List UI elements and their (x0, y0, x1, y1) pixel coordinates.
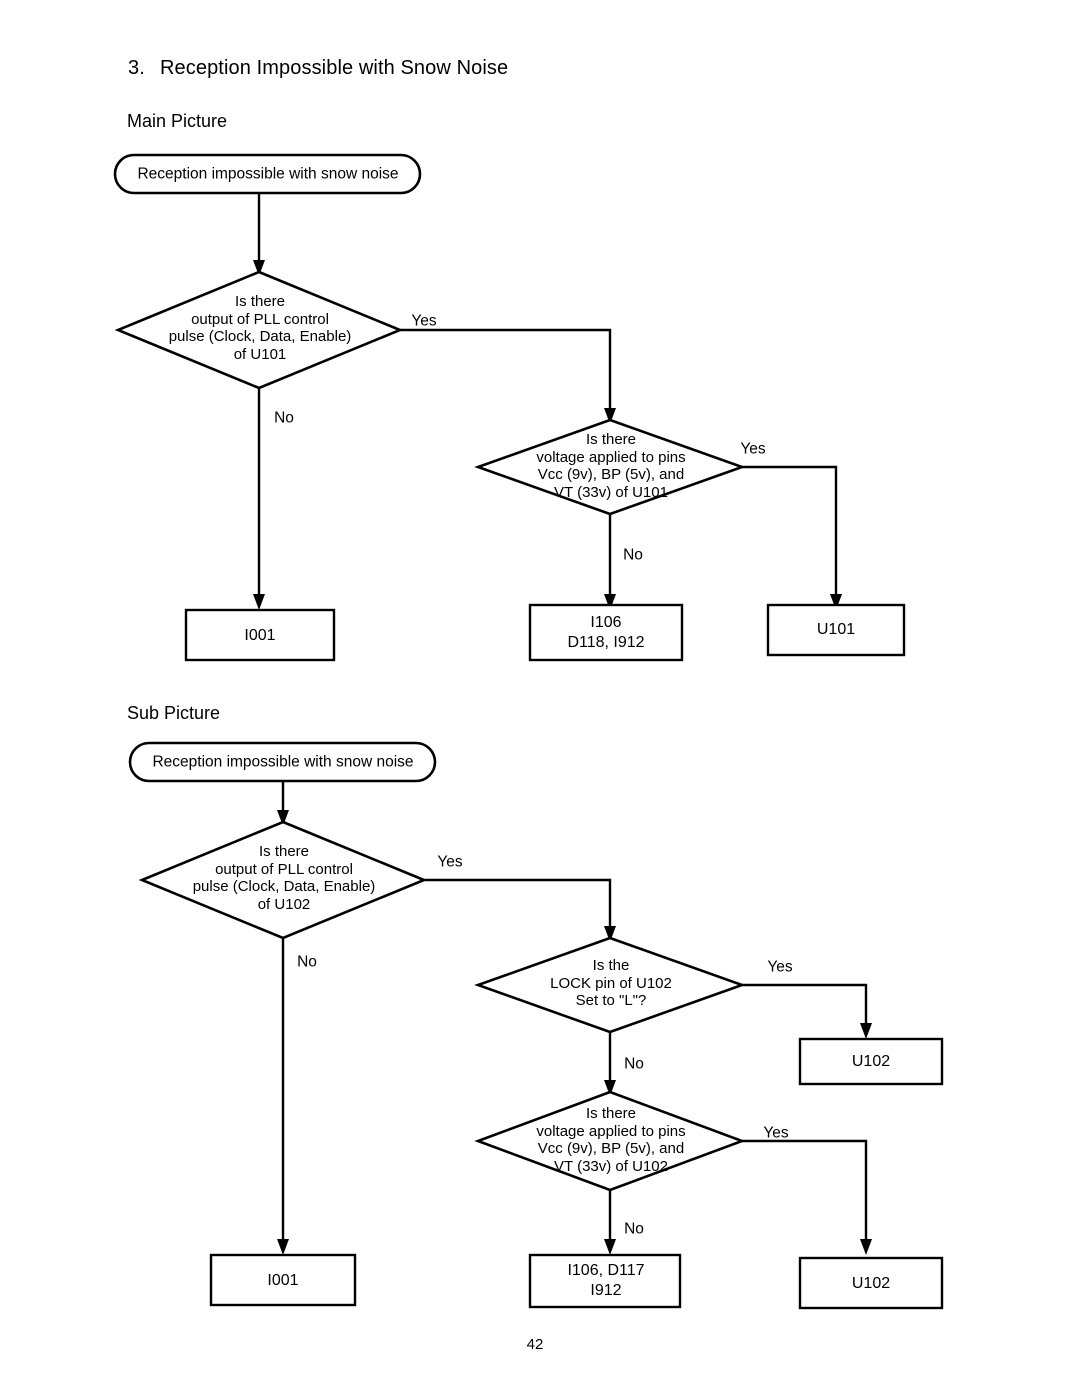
arrowhead (604, 1239, 616, 1255)
arrowhead (253, 594, 265, 610)
sub-result-i106-shape (528, 1253, 682, 1309)
main-decision-voltage-shape (474, 418, 746, 516)
arrowhead (860, 1023, 872, 1039)
arrowhead (277, 1239, 289, 1255)
sub-decision-voltage-shape (474, 1090, 746, 1192)
main-result-i001-shape (184, 608, 336, 662)
sub-result-u102-voltage-shape (798, 1256, 944, 1310)
main-connector-voltage-yes (742, 465, 838, 600)
sub-start-shape (128, 741, 437, 783)
flowchart-graphics (113, 153, 944, 1310)
main-decision-pll-shape (114, 270, 404, 390)
sub-result-u102-lock-shape (798, 1037, 944, 1086)
document-page: 3. Reception Impossible with Snow Noise M… (0, 0, 1080, 1393)
sub-connector-lock-yes (742, 983, 868, 1029)
main-connector-pll-yes (400, 328, 612, 414)
sub-decision-pll-shape (138, 820, 428, 940)
main-result-u101-shape (766, 603, 906, 657)
sub-connector-voltage-yes (742, 1139, 868, 1245)
sub-connector-pll-yes (424, 878, 612, 932)
sub-decision-lock-shape (474, 936, 746, 1034)
main-result-i106-shape (528, 603, 684, 662)
main-start-shape (113, 153, 422, 195)
arrowhead (860, 1239, 872, 1255)
sub-result-i001-shape (209, 1253, 357, 1307)
page-number: 42 (526, 1336, 544, 1353)
